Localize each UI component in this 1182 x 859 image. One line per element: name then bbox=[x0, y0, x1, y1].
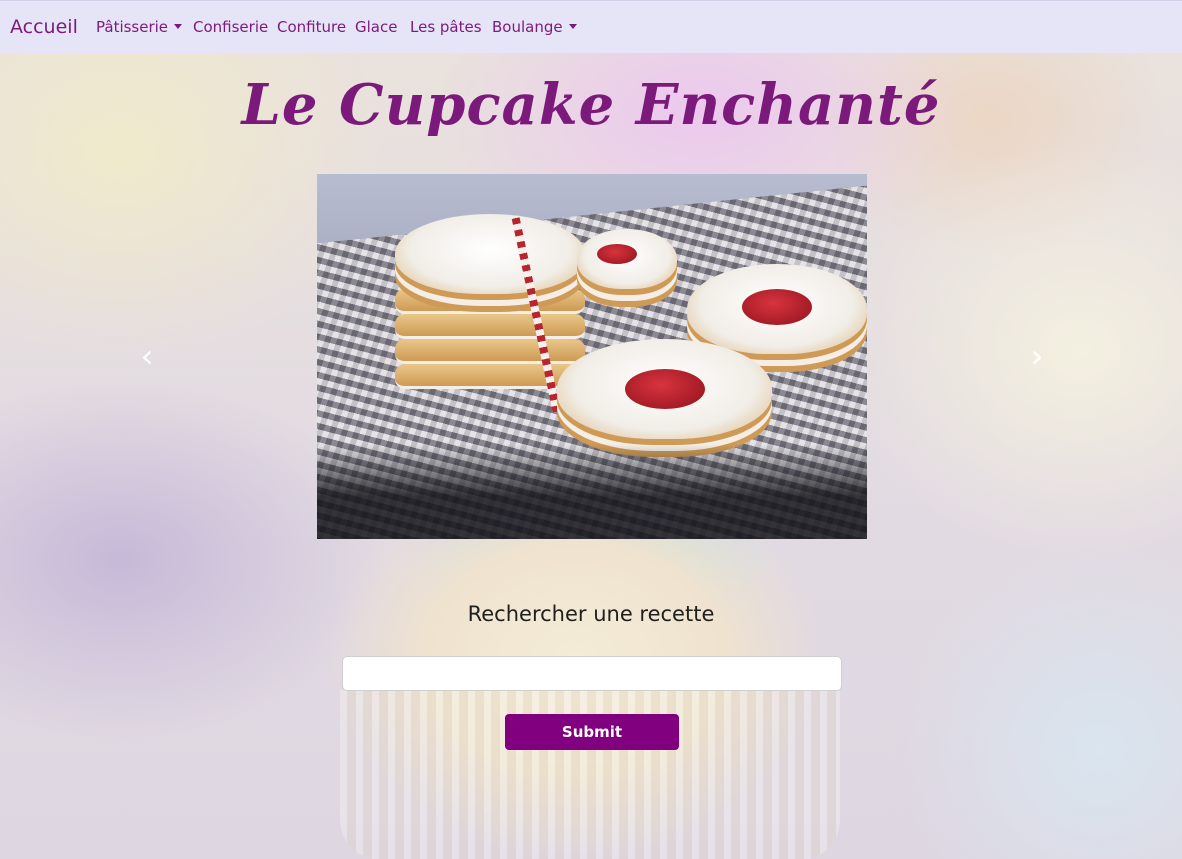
cookie-stack bbox=[395, 214, 585, 413]
chevron-left-icon: ‹ bbox=[140, 337, 154, 375]
search-input[interactable] bbox=[342, 656, 842, 691]
search-label: Rechercher une recette bbox=[467, 602, 715, 626]
nav-item-glace[interactable]: Glace bbox=[355, 18, 397, 36]
carousel-slide-image bbox=[317, 174, 867, 539]
chevron-right-icon: › bbox=[1030, 337, 1044, 375]
submit-button[interactable]: Submit bbox=[505, 714, 679, 750]
caret-down-icon bbox=[568, 24, 577, 29]
nav-item-boulange[interactable]: Boulange bbox=[492, 18, 577, 36]
nav-brand-home[interactable]: Accueil bbox=[10, 16, 78, 38]
nav-item-label: Pâtisserie bbox=[96, 18, 169, 36]
nav-item-confiture[interactable]: Confiture bbox=[277, 18, 346, 36]
page-title: Le Cupcake Enchanté bbox=[241, 72, 941, 138]
heart-cookie bbox=[557, 339, 772, 439]
nav-item-confiserie[interactable]: Confiserie bbox=[193, 18, 268, 36]
carousel-next-button[interactable]: › bbox=[1025, 339, 1049, 373]
nav-item-les-pates[interactable]: Les pâtes bbox=[410, 18, 482, 36]
heart-cookie bbox=[687, 264, 867, 354]
nav-item-label: Boulange bbox=[492, 18, 563, 36]
navbar: Accueil Pâtisserie Confiserie Confiture … bbox=[0, 0, 1182, 53]
carousel-prev-button[interactable]: ‹ bbox=[135, 339, 159, 373]
nav-item-patisserie[interactable]: Pâtisserie bbox=[96, 18, 183, 36]
caret-down-icon bbox=[174, 24, 183, 29]
